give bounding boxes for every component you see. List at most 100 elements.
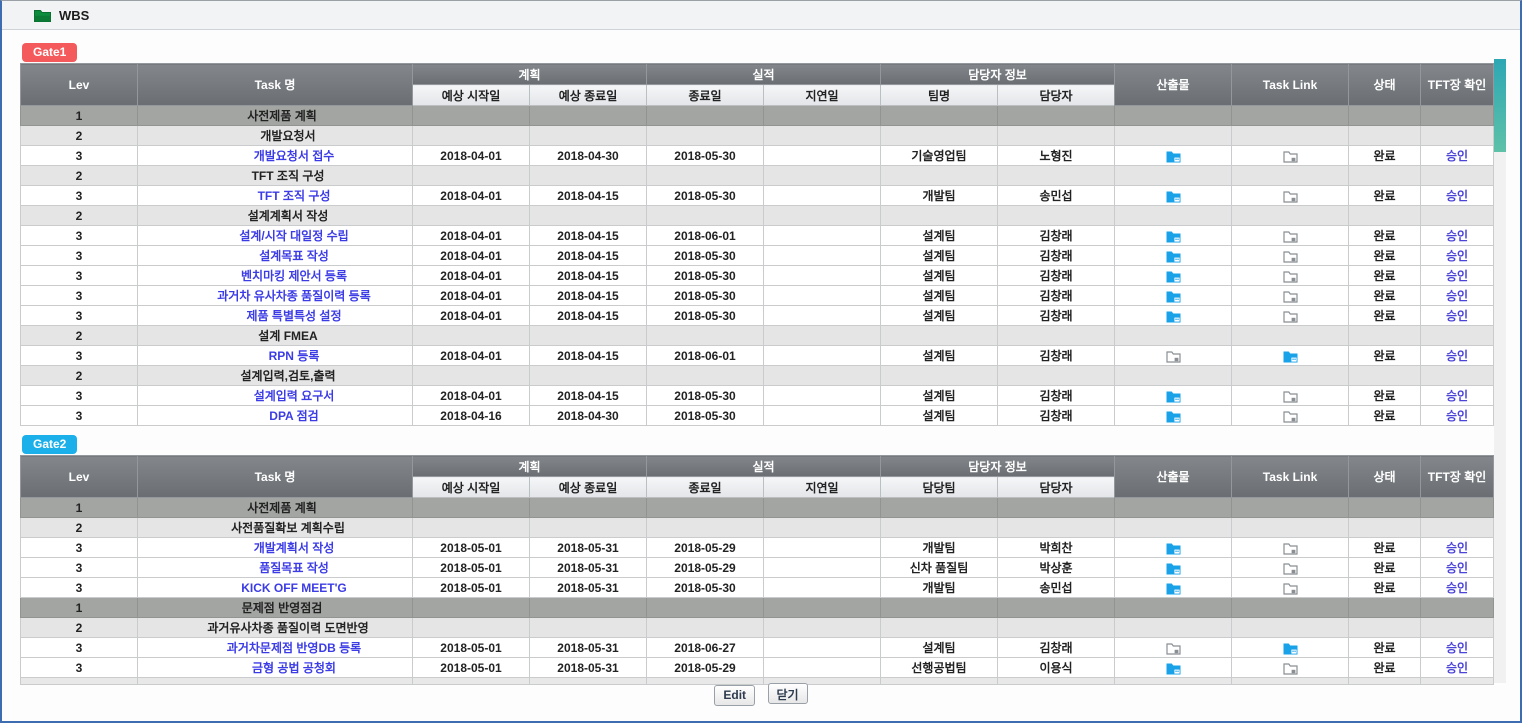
deliverable-blue-folder-icon[interactable] xyxy=(1166,390,1181,403)
footer-buttons: Edit 닫기 xyxy=(2,683,1520,706)
task-name-link[interactable]: 품질목표 작성 xyxy=(259,561,329,575)
status-cell: 완료 xyxy=(1349,286,1421,306)
task-name-link[interactable]: 설계목표 작성 xyxy=(259,249,329,263)
empty-cell xyxy=(1115,618,1232,638)
deliverable-blue-folder-icon[interactable] xyxy=(1166,542,1181,555)
person-cell: 김창래 xyxy=(998,286,1115,306)
empty-cell xyxy=(1232,618,1349,638)
task-link-blue-folder-icon[interactable] xyxy=(1283,350,1298,363)
task-link-gray-folder-icon[interactable] xyxy=(1283,190,1298,203)
col-header-task-name: Task 명 xyxy=(138,456,413,498)
task-name-link[interactable]: 설계/시작 대일정 수립 xyxy=(239,229,348,243)
task-link-gray-folder-icon[interactable] xyxy=(1283,662,1298,675)
empty-cell xyxy=(881,106,998,126)
task-link-gray-folder-icon[interactable] xyxy=(1283,410,1298,423)
lev-cell: 3 xyxy=(21,306,138,326)
task-link-gray-folder-icon[interactable] xyxy=(1283,582,1298,595)
deliverable-blue-folder-icon[interactable] xyxy=(1166,662,1181,675)
tasklink-cell xyxy=(1232,186,1349,206)
task-link-gray-folder-icon[interactable] xyxy=(1283,250,1298,263)
approve-link[interactable]: 승인 xyxy=(1446,149,1468,163)
task-row: 3과거차문제점 반영DB 등록2018-05-012018-05-312018-… xyxy=(21,638,1494,658)
task-name-link[interactable]: 제품 특별특성 설정 xyxy=(247,309,342,323)
deliverable-blue-folder-icon[interactable] xyxy=(1166,230,1181,243)
task-row: 3벤치마킹 제안서 등록2018-04-012018-04-152018-05-… xyxy=(21,266,1494,286)
edit-button[interactable]: Edit xyxy=(714,685,755,706)
approve-link[interactable]: 승인 xyxy=(1446,269,1468,283)
confirm-cell: 승인 xyxy=(1421,578,1494,598)
empty-cell xyxy=(764,518,881,538)
empty-cell xyxy=(1349,598,1421,618)
approve-link[interactable]: 승인 xyxy=(1446,661,1468,675)
deliverable-blue-folder-icon[interactable] xyxy=(1166,190,1181,203)
task-link-gray-folder-icon[interactable] xyxy=(1283,310,1298,323)
approve-link[interactable]: 승인 xyxy=(1446,349,1468,363)
scrollbar-thumb[interactable] xyxy=(1494,59,1506,152)
empty-cell xyxy=(1349,498,1421,518)
status-cell: 완료 xyxy=(1349,638,1421,658)
end-date-cell: 2018-05-30 xyxy=(647,578,764,598)
task-name-link[interactable]: 금형 공법 공청회 xyxy=(252,661,336,675)
approve-link[interactable]: 승인 xyxy=(1446,641,1468,655)
deliverable-blue-folder-icon[interactable] xyxy=(1166,582,1181,595)
deliverable-blue-folder-icon[interactable] xyxy=(1166,150,1181,163)
close-button[interactable]: 닫기 xyxy=(768,683,808,704)
task-link-blue-folder-icon[interactable] xyxy=(1283,642,1298,655)
team-cell: 선행공법팀 xyxy=(881,658,998,678)
approve-link[interactable]: 승인 xyxy=(1446,541,1468,555)
expected-end-cell: 2018-05-31 xyxy=(530,558,647,578)
approve-link[interactable]: 승인 xyxy=(1446,289,1468,303)
end-date-cell: 2018-05-30 xyxy=(647,246,764,266)
task-link-gray-folder-icon[interactable] xyxy=(1283,270,1298,283)
task-name-link[interactable]: RPN 등록 xyxy=(269,349,320,363)
task-name-link[interactable]: 개발계획서 작성 xyxy=(254,541,335,555)
person-cell: 김창래 xyxy=(998,346,1115,366)
approve-link[interactable]: 승인 xyxy=(1446,389,1468,403)
approve-link[interactable]: 승인 xyxy=(1446,309,1468,323)
task-link-gray-folder-icon[interactable] xyxy=(1283,562,1298,575)
empty-cell xyxy=(1232,106,1349,126)
deliverable-cell xyxy=(1115,538,1232,558)
task-name-link[interactable]: DPA 점검 xyxy=(269,409,318,423)
task-row: 3개발계획서 작성2018-05-012018-05-312018-05-29개… xyxy=(21,538,1494,558)
empty-cell xyxy=(764,366,881,386)
approve-link[interactable]: 승인 xyxy=(1446,581,1468,595)
deliverable-blue-folder-icon[interactable] xyxy=(1166,290,1181,303)
approve-link[interactable]: 승인 xyxy=(1446,409,1468,423)
task-name-link[interactable]: 과거차문제점 반영DB 등록 xyxy=(227,641,361,655)
task-row: 3설계입력 요구서2018-04-012018-04-152018-05-30설… xyxy=(21,386,1494,406)
task-name-link[interactable]: 과거차 유사차종 품질이력 등록 xyxy=(217,289,371,303)
expected-start-cell: 2018-05-01 xyxy=(413,638,530,658)
vertical-scrollbar[interactable] xyxy=(1494,59,1506,683)
task-link-gray-folder-icon[interactable] xyxy=(1283,230,1298,243)
approve-link[interactable]: 승인 xyxy=(1446,249,1468,263)
deliverable-gray-folder-icon[interactable] xyxy=(1166,350,1181,363)
task-name-link[interactable]: KICK OFF MEET'G xyxy=(241,581,347,595)
approve-link[interactable]: 승인 xyxy=(1446,229,1468,243)
task-name-link[interactable]: 개발요청서 접수 xyxy=(254,149,335,163)
task-link-gray-folder-icon[interactable] xyxy=(1283,290,1298,303)
task-link-gray-folder-icon[interactable] xyxy=(1283,390,1298,403)
deliverable-gray-folder-icon[interactable] xyxy=(1166,642,1181,655)
deliverable-blue-folder-icon[interactable] xyxy=(1166,562,1181,575)
deliverable-blue-folder-icon[interactable] xyxy=(1166,250,1181,263)
task-name-link[interactable]: 벤치마킹 제안서 등록 xyxy=(241,269,347,283)
approve-link[interactable]: 승인 xyxy=(1446,561,1468,575)
gate-section-gate2: Gate2LevTask 명계획실적담당자 정보산출물Task Link상태TF… xyxy=(20,435,1494,685)
lev-cell: 2 xyxy=(21,326,138,346)
empty-cell xyxy=(530,366,647,386)
deliverable-blue-folder-icon[interactable] xyxy=(1166,270,1181,283)
empty-cell xyxy=(1349,518,1421,538)
task-name-link[interactable]: 설계입력 요구서 xyxy=(254,389,335,403)
expected-end-cell: 2018-04-30 xyxy=(530,146,647,166)
status-cell: 완료 xyxy=(1349,658,1421,678)
task-name-link[interactable]: TFT 조직 구성 xyxy=(258,189,331,203)
approve-link[interactable]: 승인 xyxy=(1446,189,1468,203)
task-link-gray-folder-icon[interactable] xyxy=(1283,150,1298,163)
deliverable-blue-folder-icon[interactable] xyxy=(1166,310,1181,323)
task-cell: 개발요청서 접수 xyxy=(138,146,413,166)
empty-cell xyxy=(764,326,881,346)
person-cell: 박상훈 xyxy=(998,558,1115,578)
task-link-gray-folder-icon[interactable] xyxy=(1283,542,1298,555)
deliverable-blue-folder-icon[interactable] xyxy=(1166,410,1181,423)
